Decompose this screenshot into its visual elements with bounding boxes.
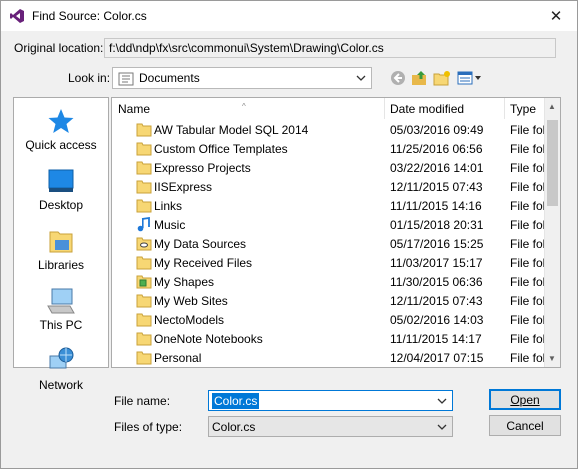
places-bar: Quick access Desktop Libraries This PC N…: [13, 97, 109, 392]
column-header-name[interactable]: Name ^: [112, 98, 385, 119]
star-icon: [48, 109, 74, 133]
sort-up-icon: ^: [242, 102, 246, 111]
file-type-label: Files of type:: [114, 420, 183, 434]
column-date-label: Date modified: [390, 102, 465, 116]
folder-icon: [136, 294, 152, 308]
music-icon: [137, 217, 150, 232]
list-item[interactable]: IISExpress 12/11/2015 07:43 File folder: [112, 177, 545, 196]
new-folder-button[interactable]: [432, 68, 452, 88]
scrollbar-thumb[interactable]: [547, 120, 558, 206]
folder-icon: [136, 332, 152, 346]
list-item[interactable]: My Received Files 11/03/2017 15:17 File …: [112, 253, 545, 272]
scroll-up-icon[interactable]: ▲: [548, 102, 556, 111]
original-location-label: Original location:: [14, 41, 104, 55]
up-folder-icon: [412, 71, 426, 85]
list-item[interactable]: My Shapes 11/30/2015 06:36 File folder: [112, 272, 545, 291]
place-label: Libraries: [37, 258, 85, 272]
close-button[interactable]: ✕: [541, 4, 571, 28]
place-label: Network: [38, 378, 83, 392]
list-item[interactable]: NectoModels 05/02/2016 14:03 File folder: [112, 310, 545, 329]
list-item[interactable]: OneNote Notebooks 11/11/2015 14:17 File …: [112, 329, 545, 348]
list-item[interactable]: Music 01/15/2018 20:31 File folder: [112, 215, 545, 234]
place-desktop[interactable]: Desktop: [14, 162, 108, 218]
open-button[interactable]: Open: [489, 389, 561, 410]
list-item[interactable]: Links 11/11/2015 14:16 File folder: [112, 196, 545, 215]
open-button-label: Open: [510, 393, 540, 407]
look-in-dropdown[interactable]: Documents: [112, 67, 372, 89]
look-in-label: Look in:: [68, 71, 111, 85]
original-location-field: f:\dd\ndp\fx\src\commonui\System\Drawing…: [104, 38, 556, 58]
file-type-dropdown[interactable]: Color.cs: [208, 416, 453, 437]
folder-icon: [136, 161, 152, 175]
data-sources-icon: [136, 237, 152, 251]
title-bar: Find Source: Color.cs ✕: [1, 1, 577, 31]
list-item[interactable]: AW Tabular Model SQL 2014 05/03/2016 09:…: [112, 120, 545, 139]
file-list[interactable]: Name ^ Date modified Type AW Tabular Mod…: [111, 97, 561, 368]
list-item[interactable]: My Web Sites 12/11/2015 07:43 File folde…: [112, 291, 545, 310]
place-this-pc[interactable]: This PC: [14, 282, 108, 338]
folder-icon: [136, 256, 152, 270]
chevron-down-icon: [437, 424, 447, 430]
desktop-icon: [48, 169, 74, 192]
folder-icon: [136, 142, 152, 156]
computer-icon: [47, 288, 75, 314]
visual-studio-icon: [10, 9, 24, 23]
window-title: Find Source: Color.cs: [32, 9, 147, 23]
folder-icon: [136, 180, 152, 194]
column-name-label: Name: [118, 102, 151, 116]
column-type-label: Type: [510, 102, 537, 116]
folder-icon: [136, 351, 152, 365]
column-header-type[interactable]: Type: [505, 98, 545, 119]
file-type-value: Color.cs: [212, 420, 256, 434]
list-item[interactable]: My Data Sources 05/17/2016 15:25 File fo…: [112, 234, 545, 253]
network-icon: [49, 347, 74, 369]
file-name-label: File name:: [114, 394, 171, 408]
documents-icon: [118, 72, 134, 86]
place-quick-access[interactable]: Quick access: [14, 102, 108, 158]
file-name-input[interactable]: Color.cs: [208, 390, 453, 411]
folder-icon: [136, 313, 152, 327]
back-arrow-icon: [391, 71, 405, 85]
place-label: Desktop: [38, 198, 84, 212]
shapes-icon: [136, 275, 152, 289]
file-name-value: Color.cs: [212, 393, 260, 409]
vertical-scrollbar[interactable]: ▲ ▼: [544, 98, 560, 367]
folder-icon: [136, 123, 152, 137]
chevron-down-icon: [356, 75, 366, 81]
new-folder-icon: [433, 71, 450, 86]
column-header-date[interactable]: Date modified: [385, 98, 505, 119]
cancel-button[interactable]: Cancel: [489, 415, 561, 436]
folder-icon: [136, 199, 152, 213]
view-menu-icon: [457, 71, 481, 85]
place-network[interactable]: Network: [14, 342, 108, 398]
close-icon: ✕: [549, 8, 563, 25]
list-item[interactable]: Custom Office Templates 11/25/2016 06:56…: [112, 139, 545, 158]
up-folder-button[interactable]: [410, 68, 430, 88]
scroll-down-icon[interactable]: ▼: [548, 354, 556, 363]
chevron-down-icon[interactable]: [436, 394, 448, 408]
place-libraries[interactable]: Libraries: [14, 222, 108, 278]
find-source-dialog: Find Source: Color.cs ✕ Original locatio…: [0, 0, 578, 469]
list-item[interactable]: Personal 12/04/2017 07:15 File folder: [112, 348, 545, 367]
back-button[interactable]: [388, 68, 408, 88]
look-in-value: Documents: [139, 71, 200, 85]
cancel-button-label: Cancel: [506, 419, 544, 433]
list-item[interactable]: Expresso Projects 03/22/2016 14:01 File …: [112, 158, 545, 177]
place-label: Quick access: [25, 138, 97, 152]
place-label: This PC: [39, 318, 83, 332]
libraries-icon: [49, 231, 73, 253]
view-menu-button[interactable]: [456, 68, 484, 88]
